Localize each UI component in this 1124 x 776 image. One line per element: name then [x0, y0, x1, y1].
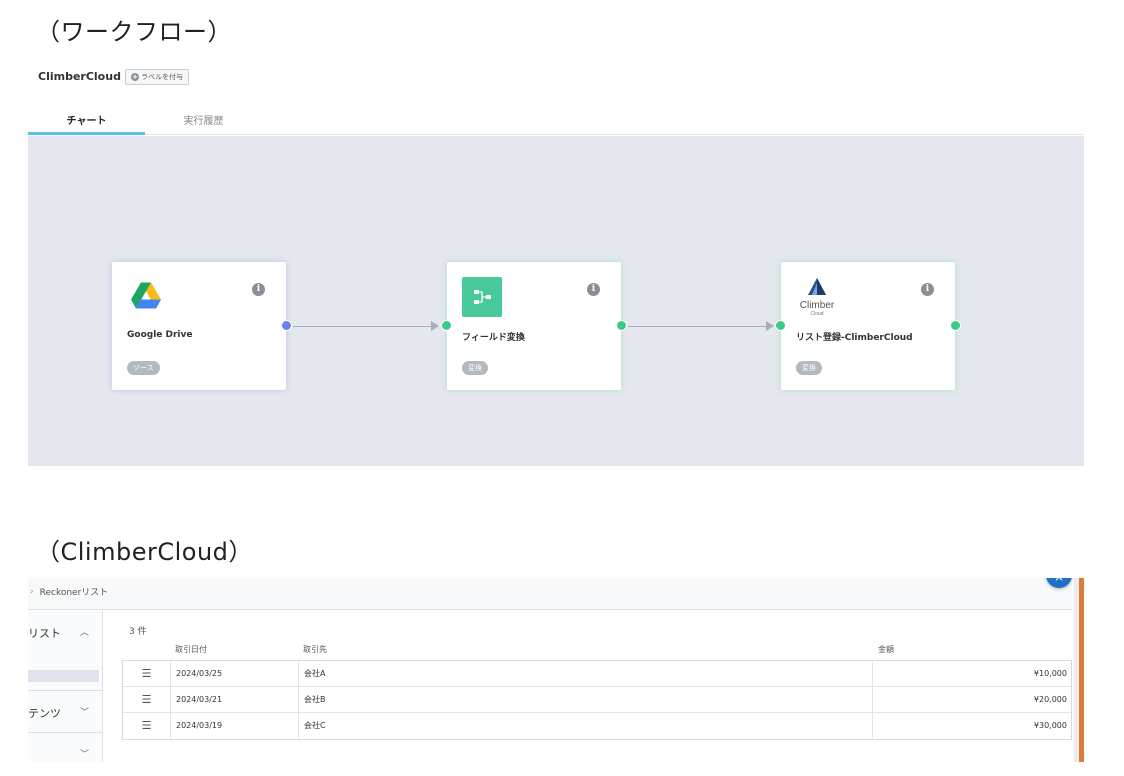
- climbercloud-section-caption: （ClimberCloud）: [36, 538, 253, 566]
- workflow-section-caption: （ワークフロー）: [36, 18, 232, 46]
- sidebar-item-label: リスト: [28, 627, 61, 640]
- workflow-title: ClimberCloud: [38, 70, 121, 83]
- divider: [28, 690, 103, 691]
- workflow-node-field-transform[interactable]: i フィールド変換 変換: [441, 262, 627, 390]
- record-count: 3 件: [129, 627, 147, 637]
- sidebar-item-label: テンツ: [28, 707, 61, 720]
- records-table: ☰ 2024/03/25 会社A ¥10,000 ☰ 2024/03/21 会社…: [122, 660, 1072, 740]
- node-type-badge: 変換: [796, 361, 822, 375]
- sidebar-item-list[interactable]: リスト ︿: [28, 625, 103, 641]
- climbercloud-icon: Climber Cloud: [800, 278, 835, 317]
- sidebar: リスト ︿ テンツ ﹀ ﹀: [28, 611, 103, 762]
- cell-date: 2024/03/19: [171, 713, 299, 739]
- workflow-canvas[interactable]: i Google Drive ソース i フィールド変換 変換 Climber …: [28, 136, 1084, 466]
- cell-amount: ¥30,000: [1033, 721, 1067, 730]
- node-type-badge: ソース: [127, 361, 160, 375]
- climbercloud-logo-subtext: Cloud: [810, 311, 823, 317]
- output-port[interactable]: [950, 320, 961, 331]
- cell-date: 2024/03/21: [171, 687, 299, 713]
- cell-amount: ¥20,000: [1033, 695, 1067, 704]
- list-detail-icon[interactable]: ☰: [123, 687, 171, 713]
- output-port[interactable]: [616, 320, 627, 331]
- add-label-button[interactable]: + ラベルを付与: [125, 69, 189, 85]
- breadcrumb: › Reckonerリスト: [30, 585, 109, 599]
- list-detail-icon[interactable]: ☰: [123, 661, 171, 687]
- table-header: 取引日付 取引先 金額: [122, 644, 1072, 658]
- climbercloud-list-view: › Reckonerリスト × リスト ︿ テンツ ﹀ ﹀ 3 件 取引日付 取…: [28, 578, 1084, 762]
- list-detail-icon[interactable]: ☰: [123, 713, 171, 739]
- transform-icon: [462, 277, 502, 317]
- workflow-tabs: チャート 実行履歴: [28, 104, 1084, 135]
- node-name: フィールド変換: [462, 333, 525, 343]
- chevron-down-icon: ﹀: [79, 708, 89, 718]
- input-port[interactable]: [775, 320, 786, 331]
- chevron-right-icon: ›: [30, 586, 34, 597]
- sidebar-item-contents[interactable]: テンツ ﹀: [28, 705, 103, 721]
- info-icon[interactable]: i: [252, 283, 265, 296]
- column-header-partner[interactable]: 取引先: [303, 644, 327, 655]
- google-drive-icon: [131, 282, 161, 309]
- node-type-badge: 変換: [462, 361, 488, 375]
- tab-chart[interactable]: チャート: [28, 112, 145, 135]
- chevron-up-icon: ︿: [79, 628, 89, 638]
- cell-partner: 会社A: [299, 661, 873, 687]
- cell-amount: ¥10,000: [1033, 669, 1067, 678]
- output-port[interactable]: [281, 320, 292, 331]
- arrow-icon: [431, 321, 439, 331]
- column-header-amount[interactable]: 金額: [878, 644, 894, 655]
- sidebar-selected-item[interactable]: [28, 670, 99, 682]
- chevron-down-icon: ﹀: [79, 750, 89, 760]
- table-row[interactable]: ☰ 2024/03/21 会社B ¥20,000: [123, 687, 1071, 713]
- tab-execution-history[interactable]: 実行履歴: [145, 112, 262, 135]
- breadcrumb-item[interactable]: Reckonerリスト: [40, 585, 109, 598]
- arrow-icon: [766, 321, 774, 331]
- connector-line: [628, 326, 773, 327]
- accent-bar: [1079, 578, 1084, 762]
- climbercloud-logo-text: Climber: [800, 300, 835, 311]
- node-name: Google Drive: [127, 330, 193, 340]
- divider: [28, 732, 103, 733]
- workflow-node-list-register-climbercloud[interactable]: Climber Cloud i リスト登録-ClimberCloud 変換: [775, 262, 961, 390]
- node-name: リスト登録-ClimberCloud: [796, 333, 913, 343]
- column-header-date[interactable]: 取引日付: [175, 644, 207, 655]
- info-icon[interactable]: i: [921, 283, 934, 296]
- workflow-node-google-drive[interactable]: i Google Drive ソース: [112, 262, 292, 390]
- top-bar: › Reckonerリスト: [28, 578, 1072, 610]
- cell-partner: 会社C: [299, 713, 873, 739]
- plus-circle-icon: +: [131, 73, 139, 81]
- table-row[interactable]: ☰ 2024/03/25 会社A ¥10,000: [123, 661, 1071, 687]
- connector-line: [293, 326, 438, 327]
- table-row[interactable]: ☰ 2024/03/19 会社C ¥30,000: [123, 713, 1071, 739]
- cell-date: 2024/03/25: [171, 661, 299, 687]
- info-icon[interactable]: i: [587, 283, 600, 296]
- input-port[interactable]: [441, 320, 452, 331]
- add-label-text: ラベルを付与: [141, 73, 183, 81]
- cell-partner: 会社B: [299, 687, 873, 713]
